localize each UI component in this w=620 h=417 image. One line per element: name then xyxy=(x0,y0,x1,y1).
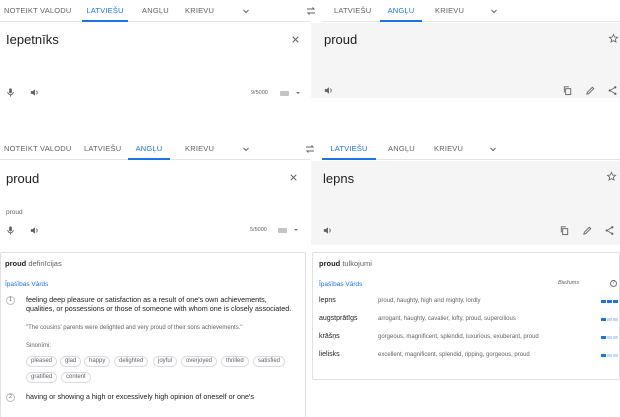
definition-number: 2 xyxy=(6,393,15,402)
translations-card: proud tulkojumi Īpašības Vārds Biežums ?… xyxy=(312,252,620,380)
copy-icon[interactable] xyxy=(559,225,570,236)
translation-synonyms: proud, haughty, high and mighty, lordly xyxy=(378,298,481,304)
top-source-pane: Iepetnīks 9/5000 xyxy=(0,23,310,103)
keyboard-icon[interactable] xyxy=(278,228,287,233)
part-of-speech: Īpašības Vārds xyxy=(5,281,49,288)
speaker-icon[interactable] xyxy=(322,225,333,236)
top-source-input[interactable]: Iepetnīks xyxy=(6,32,59,47)
keyboard-icon[interactable] xyxy=(280,91,289,96)
chevron-down-icon[interactable] xyxy=(296,92,300,94)
swap-languages-icon[interactable] xyxy=(304,143,316,155)
bottom-source-input[interactable]: proud xyxy=(6,171,39,186)
star-icon[interactable] xyxy=(608,33,619,44)
top-target-tab-latvian[interactable]: LATVIEŠU xyxy=(334,0,371,22)
part-of-speech: Īpašības Vārds xyxy=(319,281,363,288)
bottom-source-tab-russian[interactable]: KRIEVU xyxy=(185,138,214,160)
translation-word[interactable]: lepns xyxy=(319,297,336,304)
bottom-target-tab-russian[interactable]: KRIEVU xyxy=(434,138,463,160)
speaker-icon[interactable] xyxy=(29,87,40,98)
top-source-tab-english[interactable]: ANGĻU xyxy=(142,0,169,22)
synonym-chip[interactable]: pleased xyxy=(26,356,58,367)
transliteration: proud xyxy=(6,209,23,216)
bottom-source-tab-detect[interactable]: NOTEIKT VALODU xyxy=(4,138,72,160)
definition-text: feeling deep pleasure or satisfaction as… xyxy=(26,295,292,313)
microphone-icon[interactable] xyxy=(5,225,16,236)
edit-icon[interactable] xyxy=(582,225,593,236)
top-target-tab-russian[interactable]: KRIEVU xyxy=(435,0,464,22)
synonym-chip[interactable]: happy xyxy=(84,356,111,367)
synonym-chip[interactable]: satisfied xyxy=(253,356,286,367)
synonyms-label: Sinonīmi: xyxy=(26,343,52,349)
copy-icon[interactable] xyxy=(562,85,573,96)
frequency-label: Biežums xyxy=(558,280,580,286)
help-icon[interactable]: ? xyxy=(610,280,617,287)
close-icon[interactable] xyxy=(288,172,299,183)
share-icon[interactable] xyxy=(607,85,618,96)
frequency-bar xyxy=(601,318,618,321)
definition-number: 1 xyxy=(6,296,15,305)
chevron-down-icon[interactable] xyxy=(240,143,252,155)
character-counter: 9/5000 xyxy=(251,90,268,96)
translations-title: proud tulkojumi xyxy=(319,259,372,268)
definitions-title: proud definīcijas xyxy=(5,259,62,268)
top-source-language-bar: NOTEIKT VALODU LATVIEŠU ANGĻU KRIEVU xyxy=(0,0,310,22)
frequency-bar xyxy=(601,354,618,357)
chevron-down-icon[interactable] xyxy=(294,229,298,231)
speaker-icon[interactable] xyxy=(29,225,40,236)
bottom-target-tab-latvian[interactable]: LATVIEŠU xyxy=(322,138,376,160)
bottom-output-text: lepns xyxy=(323,171,355,186)
bottom-target-tab-english[interactable]: ANGĻU xyxy=(388,138,415,160)
bottom-source-language-bar: NOTEIKT VALODU LATVIEŠU ANGĻU KRIEVU xyxy=(0,138,310,160)
translation-synonyms: excellent, magnificent, splendid, rippin… xyxy=(378,352,530,358)
speaker-icon[interactable] xyxy=(323,85,334,96)
edit-icon[interactable] xyxy=(585,85,596,96)
top-target-tab-english[interactable]: ANGĻU xyxy=(380,0,422,22)
bottom-source-tab-english[interactable]: ANGĻU xyxy=(128,138,170,160)
chevron-down-icon[interactable] xyxy=(488,5,500,17)
translation-word[interactable]: lielisks xyxy=(319,351,340,358)
top-source-tab-detect[interactable]: NOTEIKT VALODU xyxy=(4,0,72,22)
chevron-down-icon[interactable] xyxy=(487,143,499,155)
synonym-chip[interactable]: overjoyed xyxy=(181,356,218,367)
microphone-icon[interactable] xyxy=(5,87,16,98)
synonym-chip[interactable]: gratified xyxy=(26,372,58,383)
top-output-text: proud xyxy=(324,32,358,47)
top-source-tab-russian[interactable]: KRIEVU xyxy=(185,0,214,22)
character-counter: 5/5000 xyxy=(250,227,267,233)
synonym-chip[interactable]: joyful xyxy=(153,356,178,367)
bottom-target-language-bar: LATVIEŠU ANGĻU KRIEVU xyxy=(322,138,620,160)
top-target-pane: proud xyxy=(311,23,620,98)
synonym-chip[interactable]: delighted xyxy=(114,356,149,367)
close-icon[interactable] xyxy=(290,34,301,45)
synonym-chip[interactable]: thrilled xyxy=(221,356,249,367)
frequency-bar xyxy=(601,300,618,303)
translation-word[interactable]: krāšņs xyxy=(319,333,340,340)
translation-word[interactable]: augstprātīgs xyxy=(319,315,358,322)
bottom-source-pane: proud proud 5/5000 xyxy=(0,161,310,245)
translations-title-suffix: tulkojumi xyxy=(342,259,372,268)
synonym-chip[interactable]: content xyxy=(61,372,91,383)
bottom-target-pane: lepns xyxy=(311,161,620,245)
definitions-title-suffix: definīcijas xyxy=(28,259,62,268)
top-target-language-bar: LATVIEŠU ANGĻU KRIEVU xyxy=(322,0,620,22)
translations-word: proud xyxy=(319,259,341,268)
translation-synonyms: arrogant, haughty, cavalier, lofty, prou… xyxy=(378,316,516,322)
star-icon[interactable] xyxy=(606,171,617,182)
definition-example: "The cousins' parents were delighted and… xyxy=(26,325,243,331)
swap-languages-icon[interactable] xyxy=(305,5,317,17)
chevron-down-icon[interactable] xyxy=(240,5,252,17)
translation-synonyms: gorgeous, magnificent, splendid, luxurio… xyxy=(378,334,539,340)
synonym-chip[interactable]: glad xyxy=(60,356,82,367)
bottom-source-tab-latvian[interactable]: LATVIEŠU xyxy=(84,138,121,160)
definition-text: having or showing a high or excessively … xyxy=(26,392,254,401)
share-icon[interactable] xyxy=(604,225,615,236)
definitions-word: proud xyxy=(5,259,27,268)
top-source-tab-latvian[interactable]: LATVIEŠU xyxy=(82,0,128,22)
frequency-bar xyxy=(601,336,618,339)
definitions-card: proud definīcijas Īpašības Vārds 1 feeli… xyxy=(0,252,306,417)
